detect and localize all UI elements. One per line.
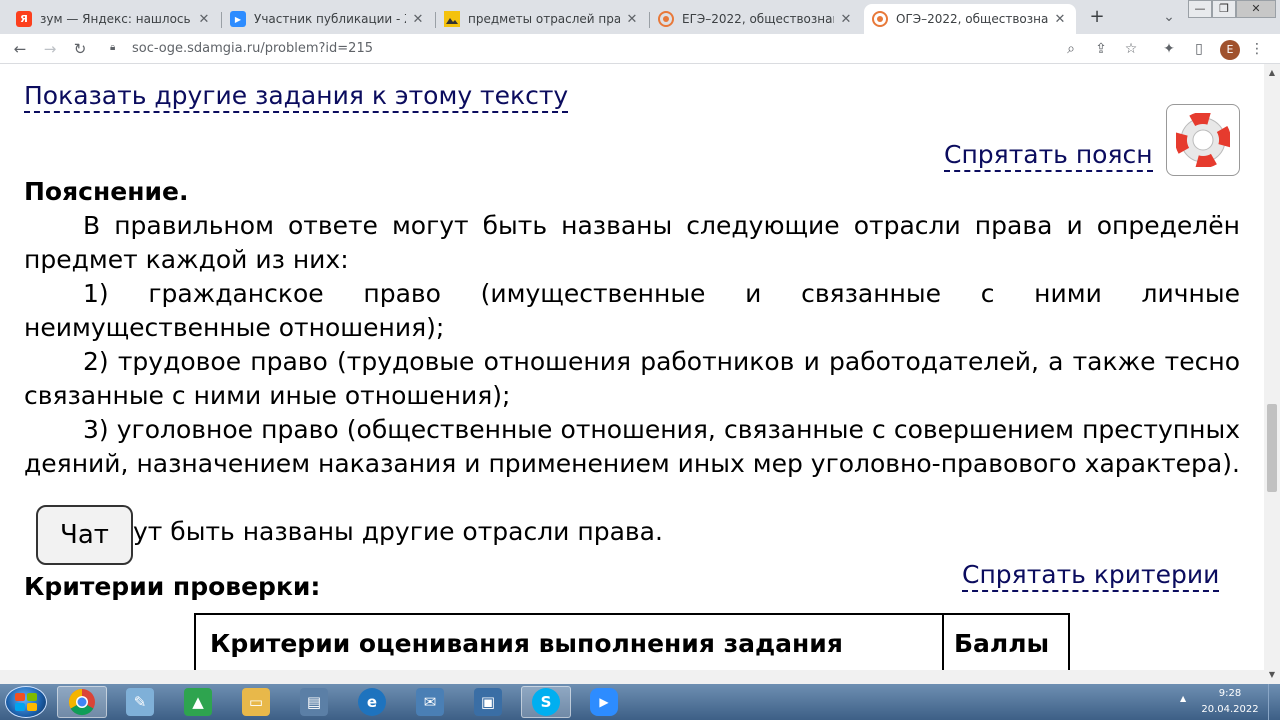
explanation-title: Пояснение. [24, 177, 189, 206]
page-content: Показать другие задания к этому тексту С… [0, 64, 1264, 670]
tab-title: Участник публикации - Zoom [254, 12, 406, 26]
taskbar-zoom[interactable]: ▶ [579, 686, 629, 718]
zoom-icon: ▶ [230, 11, 246, 27]
tab-zoom[interactable]: ▶ Участник публикации - Zoom ✕ [222, 4, 434, 34]
share-icon[interactable]: ⇪ [1092, 40, 1110, 58]
network-computer-icon: ▤ [300, 688, 328, 716]
bookmark-star-icon[interactable]: ☆ [1122, 40, 1140, 58]
scroll-down-arrow-icon[interactable]: ▼ [1264, 668, 1280, 682]
mail-icon: ✉ [416, 688, 444, 716]
picture-icon [444, 11, 460, 27]
explanation-paragraph: 2) трудовое право (трудовые отношения ра… [24, 347, 1240, 410]
extensions-puzzle-icon[interactable]: ✦ [1160, 40, 1178, 58]
tray-expand-icon[interactable]: ▲ [1180, 694, 1186, 703]
taskbar-explorer[interactable]: ▭ [231, 686, 281, 718]
explanation-paragraph: 3) уголовное право (общественные отношен… [24, 415, 1240, 478]
forward-icon[interactable]: → [41, 40, 59, 58]
remote-desktop-icon: ▣ [474, 688, 502, 716]
tab-title: ЕГЭ–2022, обществознание: за [682, 12, 834, 26]
chat-button[interactable]: Чат [36, 505, 133, 565]
vertical-scrollbar[interactable] [1264, 64, 1280, 684]
close-tab-icon[interactable]: ✕ [1052, 12, 1068, 27]
chrome-icon [68, 688, 95, 716]
new-tab-button[interactable]: + [1086, 6, 1108, 28]
browser-tabstrip: Я зум — Яндекс: нашлось 2 млн ✕ ▶ Участн… [0, 0, 1280, 34]
taskbar-network[interactable]: ▤ [289, 686, 339, 718]
criteria-table: Критерии оценивания выполнения задания Б… [194, 613, 1070, 670]
restore-button[interactable]: ❐ [1212, 0, 1236, 18]
sdamgia-icon [872, 11, 888, 27]
green-triangle-icon: ▲ [184, 688, 212, 716]
explanation-paragraph: Могут быть названы другие отрасли права. [83, 517, 663, 546]
clock-time: 9:28 [1218, 688, 1242, 699]
tab-yandex[interactable]: Я зум — Яндекс: нашлось 2 млн ✕ [8, 4, 220, 34]
tab-oge-active[interactable]: ОГЭ–2022, обществознание: з ✕ [864, 4, 1076, 34]
taskbar-chrome[interactable] [57, 686, 107, 718]
lifebuoy-icon [1176, 113, 1230, 167]
windows-logo-icon [15, 693, 37, 711]
tab-search-icon[interactable]: ⌄ [1160, 8, 1178, 26]
menu-kebab-icon[interactable]: ⋮ [1248, 40, 1266, 58]
clock-date: 20.04.2022 [1201, 704, 1259, 715]
taskbar-skype[interactable]: S [521, 686, 571, 718]
windows-taskbar: ✎ ▲ ▭ ▤ e ✉ ▣ S ▶ [0, 684, 1280, 720]
sdamgia-icon [658, 11, 674, 27]
zoom-magnifier-icon[interactable]: ⌕ [1062, 40, 1080, 58]
notepad-icon: ✎ [126, 688, 154, 716]
internet-explorer-icon: e [358, 688, 386, 716]
horizontal-scroll-area [0, 670, 1264, 684]
scroll-up-arrow-icon[interactable]: ▲ [1264, 66, 1280, 80]
taskbar-notepad[interactable]: ✎ [115, 686, 165, 718]
lock-icon[interactable]: 🔒︎ [110, 43, 120, 53]
criteria-header-cell: Критерии оценивания выполнения задания [196, 615, 944, 670]
taskbar-green-app[interactable]: ▲ [173, 686, 223, 718]
close-tab-icon[interactable]: ✕ [196, 12, 212, 27]
tab-title: предметы отраслей права таб [468, 12, 620, 26]
hide-criteria-link[interactable]: Спрятать критерии [962, 560, 1220, 592]
minimize-button[interactable]: — [1188, 0, 1212, 18]
reload-icon[interactable]: ↻ [71, 40, 89, 58]
points-header-cell: Баллы [954, 628, 1050, 658]
taskbar-remote-desktop[interactable]: ▣ [463, 686, 513, 718]
explanation-paragraph: 1) гражданское право (имущественные и св… [24, 279, 1240, 342]
help-lifebuoy-button[interactable] [1166, 104, 1240, 176]
close-window-button[interactable]: ✕ [1236, 0, 1276, 18]
tab-ege[interactable]: ЕГЭ–2022, обществознание: за ✕ [650, 4, 862, 34]
system-clock[interactable]: 9:28 20.04.2022 [1198, 686, 1262, 718]
yandex-icon: Я [16, 11, 32, 27]
show-other-tasks-link[interactable]: Показать другие задания к этому тексту [24, 81, 569, 113]
skype-icon: S [532, 688, 560, 716]
tab-pravo-table[interactable]: предметы отраслей права таб ✕ [436, 4, 648, 34]
explanation-paragraph: В правильном ответе могут быть названы с… [24, 211, 1240, 274]
back-icon[interactable]: ← [11, 40, 29, 58]
side-panel-icon[interactable]: ▯ [1190, 40, 1208, 58]
close-tab-icon[interactable]: ✕ [624, 12, 640, 27]
profile-avatar[interactable]: E [1220, 40, 1240, 60]
tab-title: ОГЭ–2022, обществознание: з [896, 12, 1048, 26]
tab-title: зум — Яндекс: нашлось 2 млн [40, 12, 192, 26]
zoom-camera-icon: ▶ [590, 688, 618, 716]
taskbar-internet-explorer[interactable]: e [347, 686, 397, 718]
criteria-title: Критерии проверки: [24, 572, 321, 601]
hide-explanation-link[interactable]: Спрятать поясн [944, 140, 1153, 172]
folder-icon: ▭ [242, 688, 270, 716]
address-bar[interactable]: soc-oge.sdamgia.ru/problem?id=215 [100, 37, 1150, 61]
taskbar-mail[interactable]: ✉ [405, 686, 455, 718]
close-tab-icon[interactable]: ✕ [410, 12, 426, 27]
browser-toolbar: ← → ↻ soc-oge.sdamgia.ru/problem?id=215 … [0, 34, 1280, 64]
close-tab-icon[interactable]: ✕ [838, 12, 854, 27]
scrollbar-thumb[interactable] [1267, 404, 1277, 492]
show-desktop-button[interactable] [1268, 684, 1280, 720]
